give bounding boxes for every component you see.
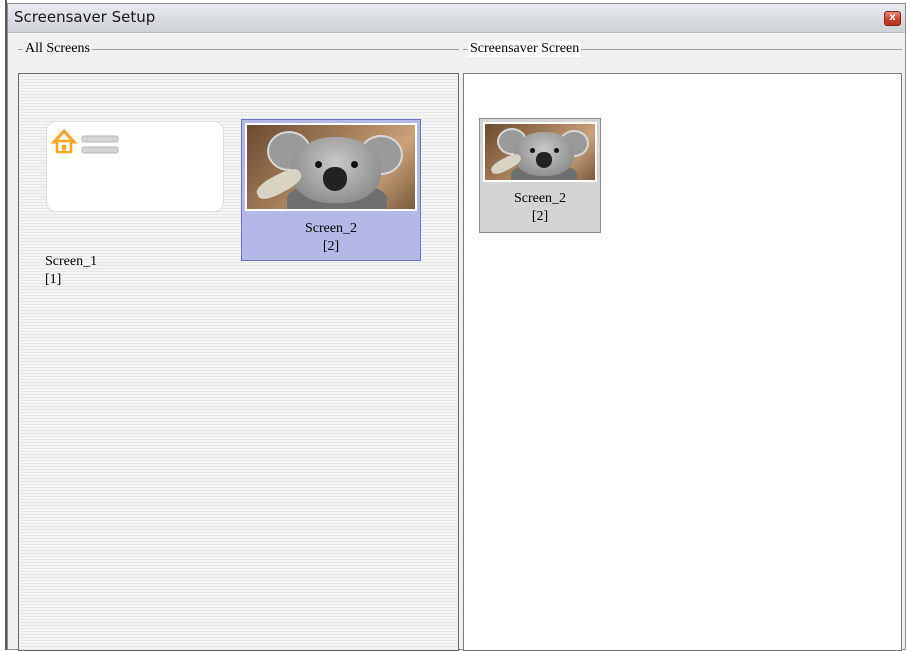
- screen-1-id: [1]: [45, 272, 62, 287]
- title-bar[interactable]: Screensaver Setup x: [8, 4, 905, 33]
- screen-item-1[interactable]: [45, 119, 226, 219]
- home-screen-icon: [51, 128, 119, 154]
- screen-2-name: Screen_2: [304, 221, 358, 236]
- window-title: Screensaver Setup: [14, 8, 156, 26]
- screen-1-thumbnail: [46, 121, 224, 212]
- screen-item-2[interactable]: Screen_2 [2]: [241, 119, 421, 261]
- koala-image: [247, 125, 415, 209]
- screensaver-screen-2-name: Screen_2: [513, 191, 567, 206]
- screensaver-item-screen-2[interactable]: Screen_2 [2]: [479, 118, 601, 233]
- close-button[interactable]: x: [884, 11, 901, 26]
- screen-1-name: Screen_1: [45, 254, 98, 269]
- screen-2-id: [2]: [322, 239, 340, 254]
- screensaver-screen-2-thumbnail: [483, 122, 597, 182]
- close-icon: x: [889, 12, 896, 23]
- screensaver-screen-title: Screensaver Screen: [468, 41, 582, 57]
- all-screens-list[interactable]: Screen_1 [1] Screen_2 [2]: [18, 73, 459, 651]
- screensaver-screen-2-id: [2]: [531, 209, 549, 224]
- screensaver-setup-dialog: Screensaver Setup x All Screens Screen_1…: [7, 3, 906, 651]
- screensaver-screen-list[interactable]: Screen_2 [2]: [463, 73, 902, 651]
- all-screens-panel: All Screens Screen_1 [1] Screen_2 [2]: [18, 41, 459, 651]
- all-screens-title: All Screens: [23, 41, 92, 57]
- window-left-edge: [0, 0, 7, 650]
- koala-image: [485, 124, 595, 180]
- screen-2-thumbnail: [245, 123, 417, 211]
- screensaver-screen-panel: Screensaver Screen Screen_2 [2]: [463, 41, 902, 651]
